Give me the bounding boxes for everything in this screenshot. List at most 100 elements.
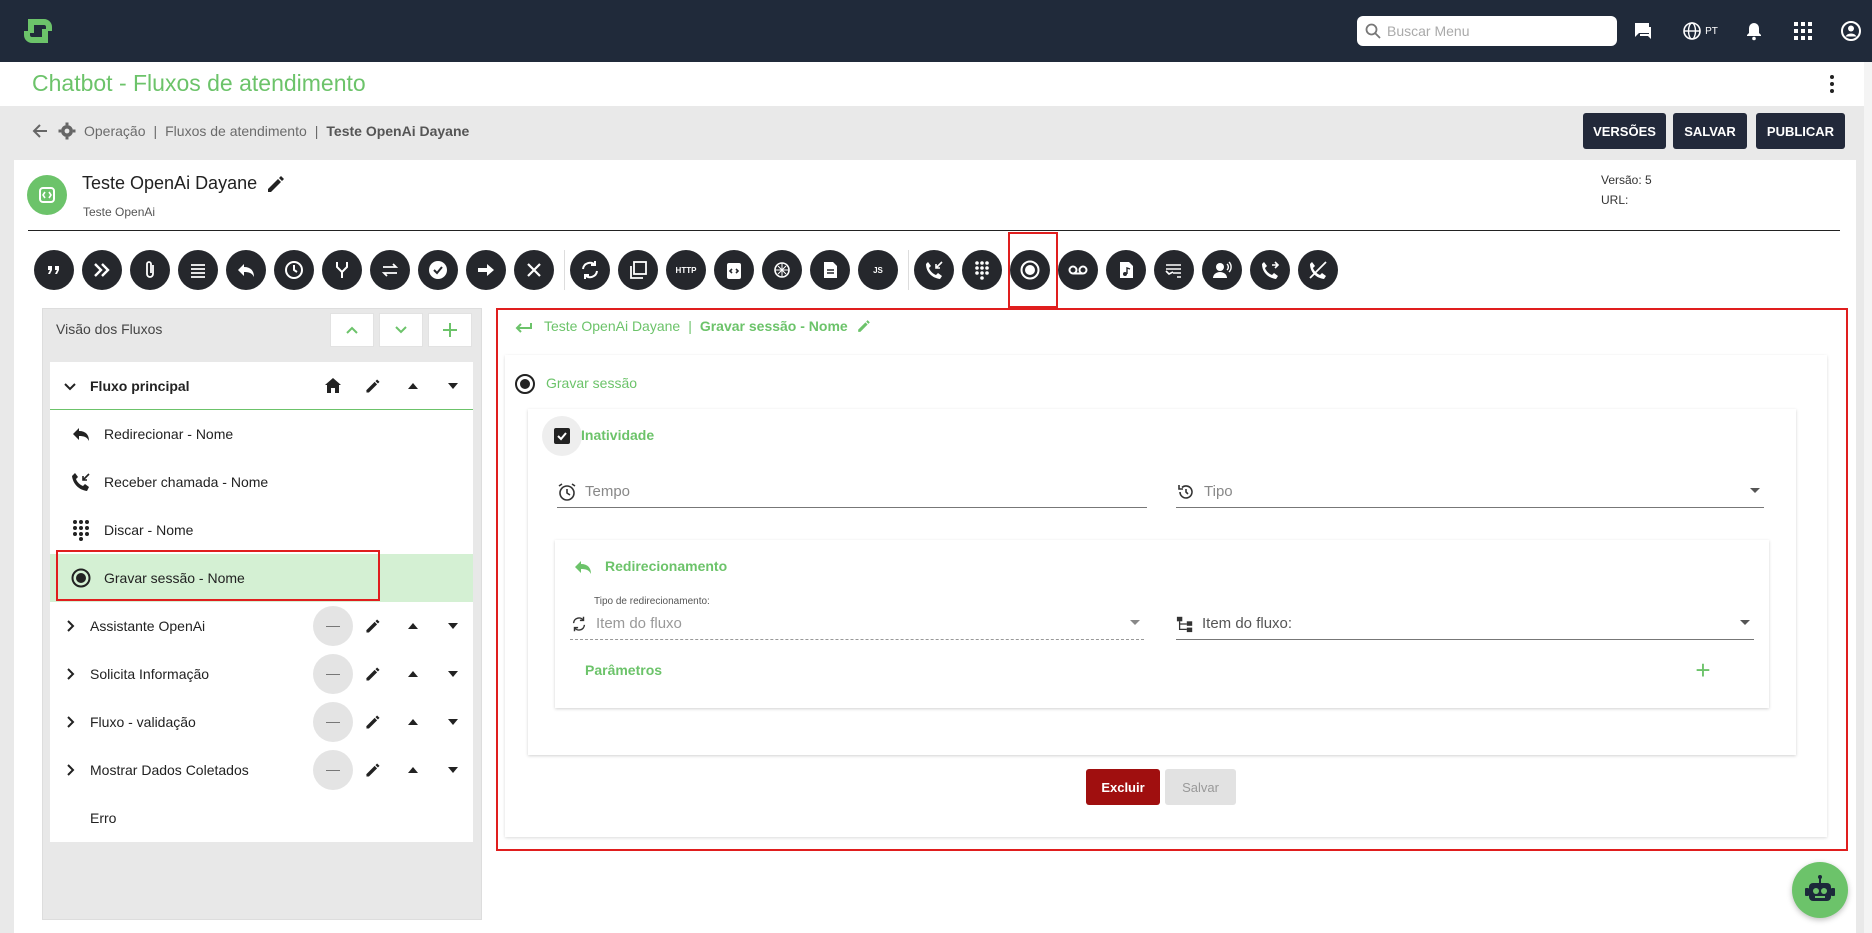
edit-icon[interactable] (353, 654, 393, 694)
tool-copy-button[interactable] (618, 250, 658, 290)
move-down-arrow-icon[interactable] (433, 750, 473, 790)
detail-crumb-node: Gravar sessão - Nome (699, 318, 848, 334)
tool-sync-button[interactable] (570, 250, 610, 290)
tree-main-flow[interactable]: Fluxo principal (50, 362, 473, 410)
tool-code-clipboard-button[interactable] (714, 250, 754, 290)
app-logo-icon[interactable] (20, 13, 56, 49)
set-home-button[interactable] (313, 654, 353, 694)
move-down-arrow-icon[interactable] (433, 366, 473, 406)
chevron-right-icon[interactable] (62, 762, 78, 778)
tool-attachment-button[interactable] (130, 250, 170, 290)
save-node-button[interactable]: Salvar (1165, 769, 1236, 805)
more-options-icon[interactable] (1822, 72, 1842, 96)
chat-icon[interactable] (1630, 18, 1656, 44)
language-selector[interactable]: PT (1678, 18, 1722, 44)
move-up-arrow-icon[interactable] (393, 702, 433, 742)
tree-error-item[interactable]: Erro (50, 794, 473, 842)
notification-bell-icon[interactable] (1741, 18, 1767, 44)
chevron-down-icon[interactable] (62, 378, 78, 394)
breadcrumb-item-operacao[interactable]: Operação (84, 123, 145, 139)
edit-icon[interactable] (353, 366, 393, 406)
chevron-right-icon[interactable] (62, 666, 78, 682)
chatbot-assistant-icon[interactable] (1792, 862, 1848, 918)
edit-icon[interactable] (353, 702, 393, 742)
tool-incoming-call-button[interactable] (914, 250, 954, 290)
flow-item-select[interactable]: Item do fluxo: (1176, 608, 1754, 640)
search-icon (1365, 23, 1381, 39)
tool-openai-button[interactable] (762, 250, 802, 290)
tree-child-receive-call[interactable]: Receber chamada - Nome (50, 458, 473, 506)
move-down-button[interactable] (379, 313, 423, 347)
apps-grid-icon[interactable] (1790, 18, 1816, 44)
tool-swap-button[interactable] (370, 250, 410, 290)
chevron-right-icon[interactable] (62, 618, 78, 634)
back-arrow-icon[interactable] (30, 121, 50, 141)
search-menu-input[interactable]: Buscar Menu (1357, 16, 1617, 46)
move-down-arrow-icon[interactable] (433, 654, 473, 694)
tool-call-forward-button[interactable] (1250, 250, 1290, 290)
tree-flow-item[interactable]: Assistante OpenAi (50, 602, 473, 650)
move-up-arrow-icon[interactable] (393, 606, 433, 646)
check-icon (557, 432, 567, 441)
save-button[interactable]: SALVAR (1673, 113, 1747, 149)
set-home-button[interactable] (313, 702, 353, 742)
home-icon[interactable] (313, 366, 353, 406)
move-up-arrow-icon[interactable] (393, 366, 433, 406)
tool-double-chevron-button[interactable] (82, 250, 122, 290)
breadcrumb: Operação | Fluxos de atendimento | Teste… (30, 120, 469, 142)
tool-reply-button[interactable] (226, 250, 266, 290)
tree-flow-item[interactable]: Solicita Informação (50, 650, 473, 698)
add-parameter-icon[interactable]: + (1692, 657, 1714, 683)
tool-dialpad-button[interactable] (962, 250, 1002, 290)
user-account-icon[interactable] (1838, 18, 1864, 44)
detail-crumb-separator: | (688, 318, 692, 334)
move-down-arrow-icon[interactable] (433, 702, 473, 742)
edit-icon[interactable] (353, 606, 393, 646)
redirect-type-select[interactable]: Item do fluxo (570, 608, 1144, 640)
tool-document-button[interactable] (810, 250, 850, 290)
tool-check-button[interactable] (418, 250, 458, 290)
error-label: Erro (90, 810, 117, 826)
tool-phone-keypad-button[interactable] (1154, 250, 1194, 290)
move-up-arrow-icon[interactable] (393, 654, 433, 694)
inactivity-checkbox[interactable] (542, 416, 582, 456)
tool-clock-button[interactable] (274, 250, 314, 290)
tool-fork-button[interactable] (322, 250, 362, 290)
tool-audio-file-button[interactable] (1106, 250, 1146, 290)
detail-crumb-flow[interactable]: Teste OpenAi Dayane (544, 318, 680, 334)
set-home-button[interactable] (313, 750, 353, 790)
tree-flow-item[interactable]: Fluxo - validação (50, 698, 473, 746)
tool-call-end-button[interactable] (1298, 250, 1338, 290)
tool-http-button[interactable]: HTTP (666, 250, 706, 290)
tree-child-dial[interactable]: Discar - Nome (50, 506, 473, 554)
tempo-field[interactable]: Tempo (557, 476, 1147, 508)
tool-arrow-right-button[interactable] (466, 250, 506, 290)
tool-menu-lines-button[interactable] (178, 250, 218, 290)
chevron-right-icon[interactable] (62, 714, 78, 730)
breadcrumb-item-fluxos[interactable]: Fluxos de atendimento (165, 123, 307, 139)
edit-icon[interactable] (353, 750, 393, 790)
edit-flow-name-icon[interactable] (265, 173, 287, 195)
edit-node-name-icon[interactable] (856, 318, 872, 334)
call-forward-icon (1262, 261, 1280, 279)
move-up-arrow-icon[interactable] (393, 750, 433, 790)
add-flow-button[interactable] (428, 313, 472, 347)
tipo-select[interactable]: Tipo (1176, 476, 1764, 508)
set-home-button[interactable] (313, 606, 353, 646)
return-arrow-icon[interactable] (512, 318, 534, 338)
inactivity-label: Inatividade (581, 427, 655, 443)
versions-button[interactable]: VERSÕES (1583, 113, 1666, 149)
move-up-button[interactable] (330, 313, 374, 347)
publish-button[interactable]: PUBLICAR (1756, 113, 1845, 149)
move-down-arrow-icon[interactable] (433, 606, 473, 646)
tree-child-redirect[interactable]: Redirecionar - Nome (50, 410, 473, 458)
tool-quote-button[interactable] (34, 250, 74, 290)
delete-button[interactable]: Excluir (1086, 769, 1160, 805)
tool-js-button[interactable]: JS (858, 250, 898, 290)
tree-flow-item[interactable]: Mostrar Dados Coletados (50, 746, 473, 794)
quote-icon (48, 266, 59, 274)
page-scrollbar[interactable] (1864, 62, 1872, 933)
tool-close-button[interactable] (514, 250, 554, 290)
tool-person-voice-button[interactable] (1202, 250, 1242, 290)
tool-voicemail-button[interactable] (1058, 250, 1098, 290)
